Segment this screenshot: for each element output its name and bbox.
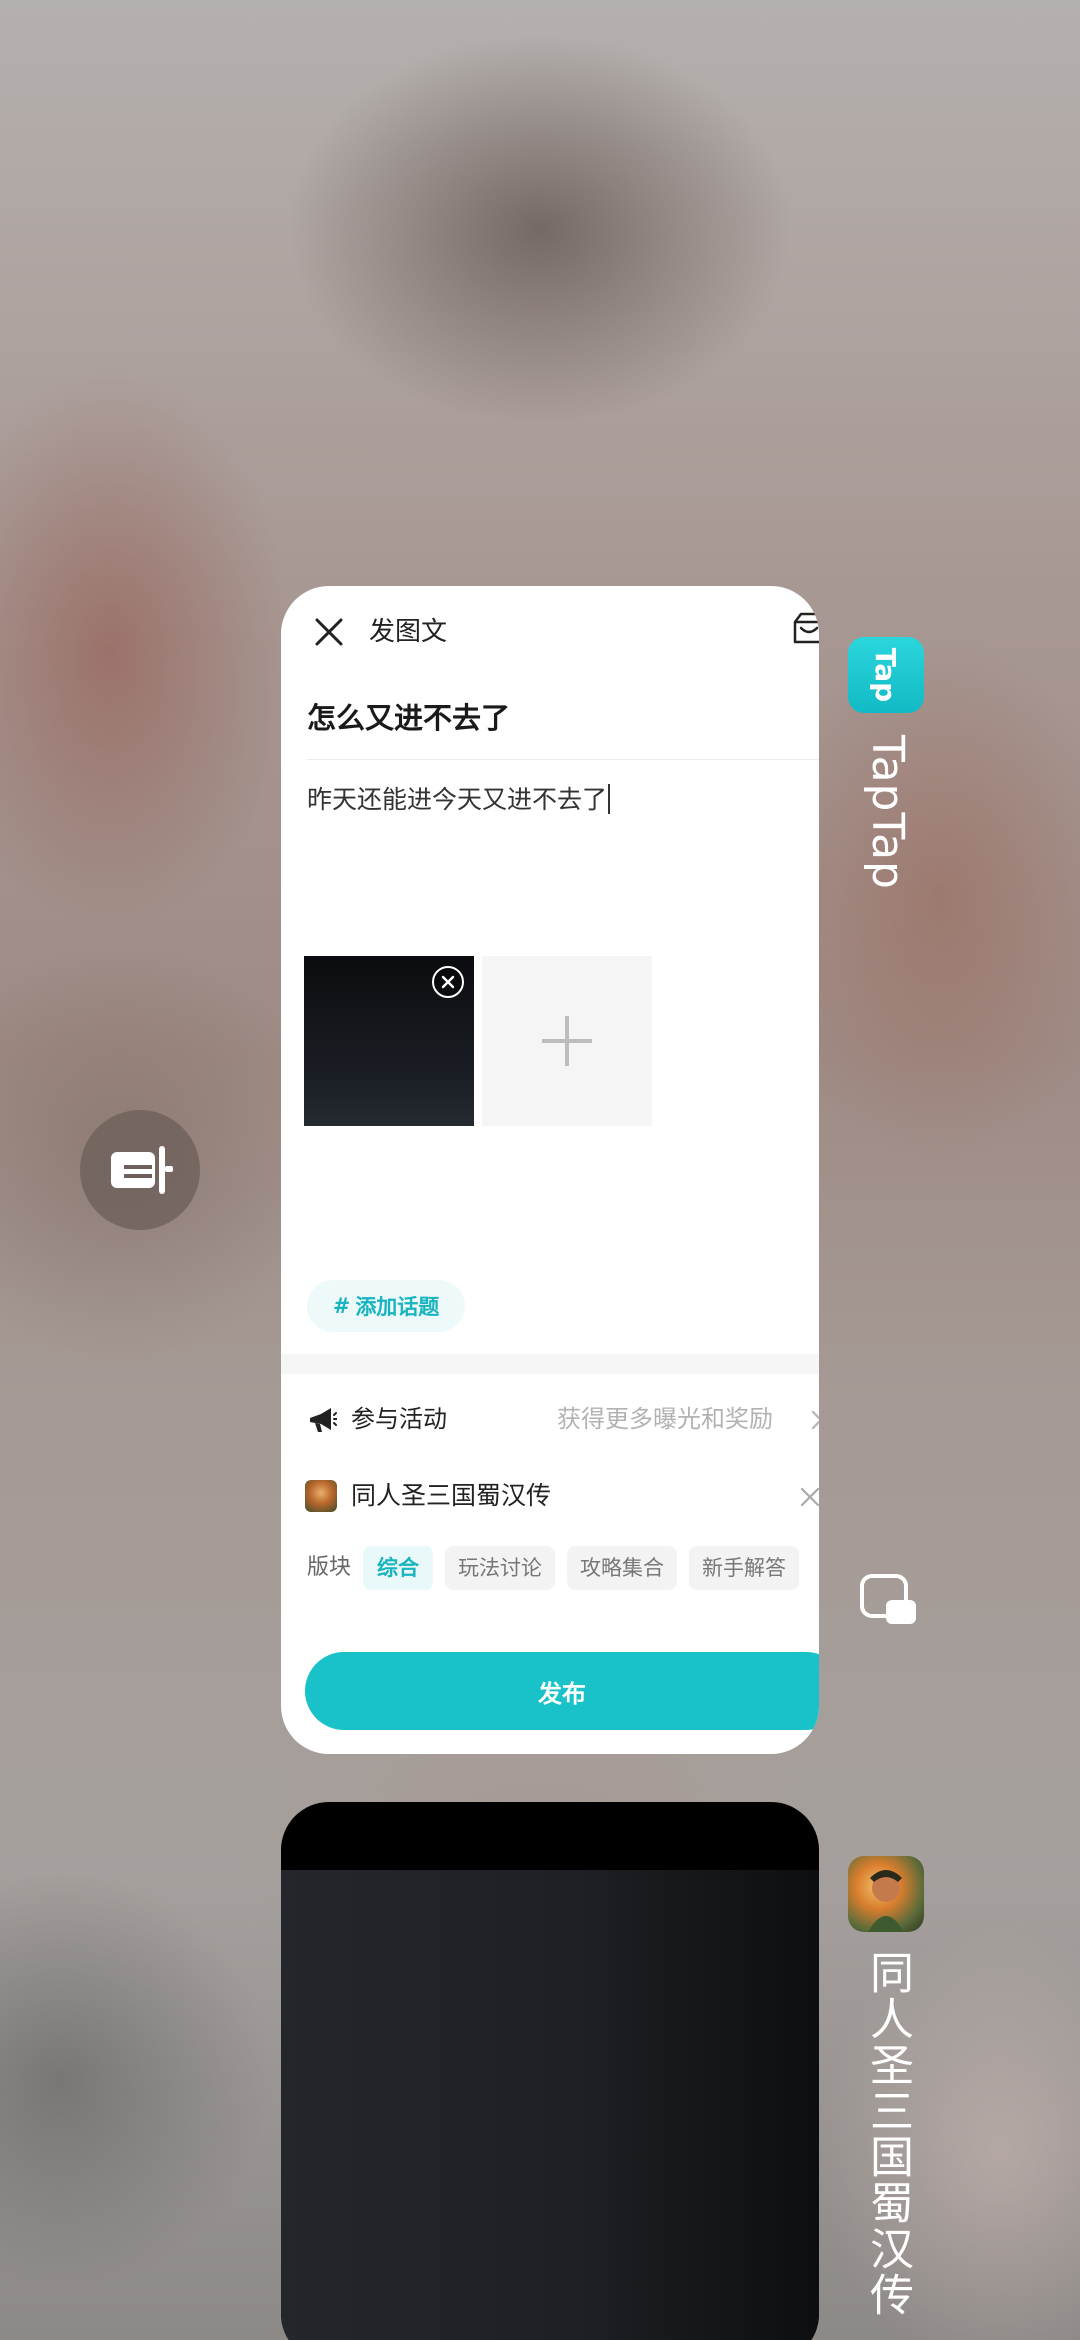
post-title-input[interactable]: 怎么又进不去了 [307, 698, 510, 738]
join-activity-row[interactable]: 参与活动 获得更多曝光和奖励 [281, 1374, 819, 1464]
editor-header: 发图文 [281, 586, 819, 676]
section-selector: 版块 综合 玩法讨论 攻略集合 新手解答 [281, 1544, 819, 1594]
add-image-button[interactable] [482, 956, 652, 1126]
section-tab-gameplay[interactable]: 玩法讨论 [445, 1546, 555, 1590]
section-tab-guides[interactable]: 攻略集合 [567, 1546, 677, 1590]
text-caret [608, 784, 611, 814]
floating-window-icon [111, 1146, 173, 1194]
recent-app-card-taptap[interactable]: 发图文 怎么又进不去了 昨天还能进今天又进不去了 # 添加话题 参与活动 获得更… [281, 586, 819, 1754]
title-divider [307, 759, 819, 760]
taptap-app-icon[interactable]: Tap [848, 637, 924, 713]
close-icon[interactable] [311, 614, 347, 650]
small-window-icon[interactable] [858, 1572, 920, 1628]
add-topic-label: 添加话题 [355, 1295, 440, 1319]
remove-game-icon[interactable] [799, 1486, 819, 1508]
game-name: 同人圣三国蜀汉传 [351, 1481, 552, 1510]
section-tab-newbie[interactable]: 新手解答 [689, 1546, 799, 1590]
activity-hint: 获得更多曝光和奖励 [557, 1405, 773, 1433]
remove-image-icon [441, 975, 455, 989]
selected-game-row[interactable]: 同人圣三国蜀汉传 [281, 1462, 819, 1532]
page-title: 发图文 [369, 617, 448, 647]
post-body-text: 昨天还能进今天又进不去了 [307, 785, 608, 814]
hash-icon: # [332, 1294, 348, 1318]
plus-icon [542, 1016, 592, 1066]
recent-app-card-game[interactable] [281, 1802, 819, 2340]
taptap-logo-text: Tap [869, 647, 903, 703]
activity-label: 参与活动 [351, 1405, 447, 1433]
game-icon [305, 1480, 337, 1512]
post-body-input[interactable]: 昨天还能进今天又进不去了 [307, 782, 611, 818]
megaphone-icon [310, 1408, 337, 1432]
game-character-icon [868, 1870, 904, 1932]
section-separator [281, 1354, 819, 1374]
game-app-icon[interactable] [848, 1856, 924, 1932]
game-app-name: 同人圣三国蜀汉传 [862, 1950, 913, 2318]
draft-box-icon[interactable] [789, 610, 819, 646]
floating-window-button[interactable] [80, 1110, 200, 1230]
remove-image-button[interactable] [432, 966, 464, 998]
publish-button[interactable]: 发布 [305, 1652, 819, 1730]
chevron-right-icon [811, 1410, 819, 1430]
section-tab-general[interactable]: 综合 [363, 1546, 433, 1590]
game-screen-preview [281, 1870, 819, 2340]
section-label: 版块 [307, 1555, 352, 1580]
add-topic-button[interactable]: # 添加话题 [307, 1280, 465, 1332]
image-thumbnail[interactable] [304, 956, 474, 1126]
taptap-app-name: TapTap [862, 735, 913, 890]
